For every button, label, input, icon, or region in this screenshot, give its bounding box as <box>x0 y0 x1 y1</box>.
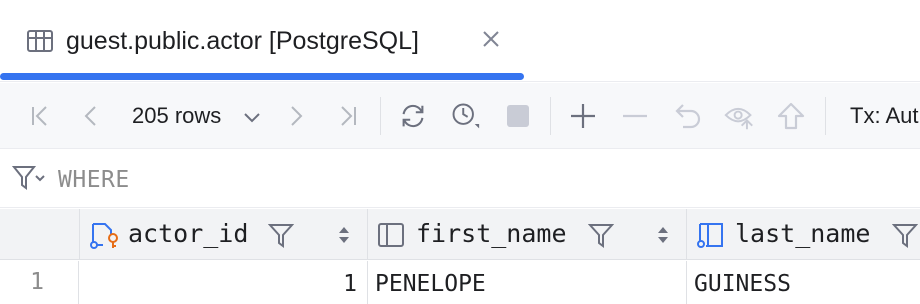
stop-button[interactable] <box>503 100 533 132</box>
table-row[interactable]: 1 1 PENELOPE GUINESS <box>0 261 920 304</box>
where-input[interactable]: WHERE <box>58 166 130 194</box>
where-filter-bar: WHERE <box>0 150 920 208</box>
add-row-button[interactable] <box>568 100 598 132</box>
page-size-selector[interactable]: 205 rows <box>132 102 221 130</box>
column-name: last_name <box>735 219 871 248</box>
column-filter-icon[interactable] <box>268 222 294 248</box>
cell-last-name[interactable]: GUINESS <box>687 261 920 304</box>
last-page-button[interactable] <box>332 100 362 132</box>
add-row-icon <box>571 104 595 128</box>
revert-button[interactable] <box>673 100 703 132</box>
preview-changes-button[interactable] <box>724 100 754 132</box>
refresh-button[interactable] <box>398 100 428 132</box>
column-header-actor-id[interactable]: actor_id <box>80 209 368 260</box>
history-button[interactable] <box>450 100 480 132</box>
delete-row-icon <box>623 114 647 118</box>
row-number[interactable]: 1 <box>0 261 79 304</box>
previous-page-button[interactable] <box>76 100 106 132</box>
primary-key-column-icon <box>90 223 118 249</box>
toolbar-separator <box>825 97 826 135</box>
toolbar-separator <box>380 97 381 135</box>
tab-actor-table[interactable]: guest.public.actor [PostgreSQL] <box>0 0 524 82</box>
active-tab-indicator <box>0 73 524 80</box>
column-filter-icon[interactable] <box>588 222 614 248</box>
next-page-icon <box>291 106 303 126</box>
column-icon <box>378 223 404 247</box>
close-icon[interactable] <box>480 28 502 50</box>
grid-header: actor_id first_name last_name <box>0 209 920 260</box>
chevron-down-icon[interactable] <box>242 107 262 127</box>
filter-dropdown-icon[interactable] <box>12 164 46 194</box>
submit-icon <box>777 102 805 130</box>
column-name: actor_id <box>128 219 249 248</box>
toolbar-separator <box>550 97 551 135</box>
revert-icon <box>675 104 701 129</box>
next-page-button[interactable] <box>281 100 311 132</box>
column-icon <box>697 223 723 248</box>
preview-changes-icon <box>724 107 753 130</box>
cell-actor-id[interactable]: 1 <box>80 261 368 304</box>
editor-tab-bar: guest.public.actor [PostgreSQL] <box>0 0 920 82</box>
last-page-icon <box>341 106 356 126</box>
column-filter-icon[interactable] <box>892 222 918 248</box>
transaction-mode-selector[interactable]: Tx: Aut <box>850 102 918 130</box>
first-page-icon <box>32 106 47 126</box>
first-page-button[interactable] <box>26 100 56 132</box>
column-header-first-name[interactable]: first_name <box>368 209 687 260</box>
column-name: first_name <box>416 219 567 248</box>
submit-button[interactable] <box>776 100 806 132</box>
delete-row-button[interactable] <box>620 100 650 132</box>
column-header-last-name[interactable]: last_name <box>687 209 920 260</box>
previous-page-icon <box>84 106 96 126</box>
data-editor-toolbar: 205 rows Tx: Aut <box>0 83 920 149</box>
sort-icon[interactable] <box>337 224 351 246</box>
sort-icon[interactable] <box>656 224 670 246</box>
history-icon <box>452 103 480 129</box>
tab-title: guest.public.actor [PostgreSQL] <box>66 27 419 55</box>
stop-icon <box>507 105 529 127</box>
table-icon <box>27 30 53 52</box>
refresh-icon <box>402 104 424 128</box>
row-number-header <box>0 209 80 260</box>
cell-first-name[interactable]: PENELOPE <box>368 261 687 304</box>
